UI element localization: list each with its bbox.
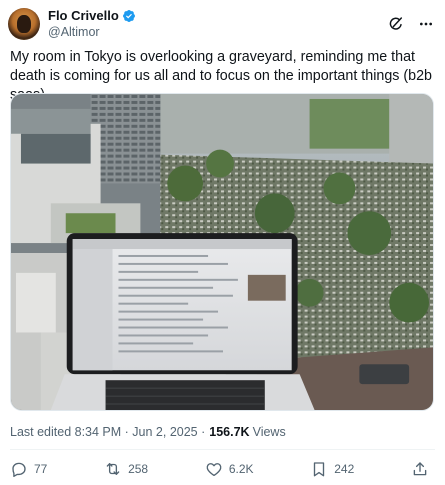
repost-count: 258 bbox=[128, 462, 149, 476]
bookmark-icon bbox=[314, 462, 325, 477]
action-bar: 77 258 6.2K 242 bbox=[10, 458, 429, 480]
reply-count: 77 bbox=[34, 462, 48, 476]
photo-tokyo-graveyard-view bbox=[11, 94, 433, 410]
share-icon bbox=[413, 462, 427, 476]
header-actions bbox=[387, 15, 435, 33]
author-handle[interactable]: @Altimor bbox=[48, 24, 136, 41]
author-display-name[interactable]: Flo Crivello bbox=[48, 7, 119, 24]
verified-badge-icon bbox=[122, 9, 135, 22]
like-count: 6.2K bbox=[228, 462, 254, 476]
bookmark-count: 242 bbox=[334, 462, 355, 476]
name-row: Flo Crivello bbox=[48, 7, 136, 24]
tweet-photo[interactable] bbox=[10, 93, 434, 411]
repost-icon bbox=[106, 463, 120, 475]
divider bbox=[10, 449, 435, 450]
heart-icon bbox=[206, 463, 222, 477]
reply-icon bbox=[12, 462, 26, 478]
avatar[interactable] bbox=[8, 8, 40, 40]
views-count: 156.7K bbox=[209, 425, 250, 439]
bookmark-button[interactable]: 242 bbox=[310, 460, 354, 478]
more-options-icon[interactable] bbox=[417, 15, 435, 33]
repost-button[interactable]: 258 bbox=[104, 460, 148, 478]
share-button[interactable] bbox=[411, 460, 429, 478]
grok-icon[interactable] bbox=[387, 15, 405, 33]
like-button[interactable]: 6.2K bbox=[205, 460, 254, 478]
reply-button[interactable]: 77 bbox=[10, 460, 47, 478]
edited-timestamp[interactable]: Last edited 8:34 PM · Jun 2, 2025 · bbox=[10, 425, 205, 439]
tweet-meta: Last edited 8:34 PM · Jun 2, 2025 · 156.… bbox=[10, 425, 286, 439]
author-names: Flo Crivello @Altimor bbox=[48, 7, 136, 41]
views-label: Views bbox=[252, 425, 286, 439]
tweet-header: Flo Crivello @Altimor bbox=[8, 6, 435, 42]
